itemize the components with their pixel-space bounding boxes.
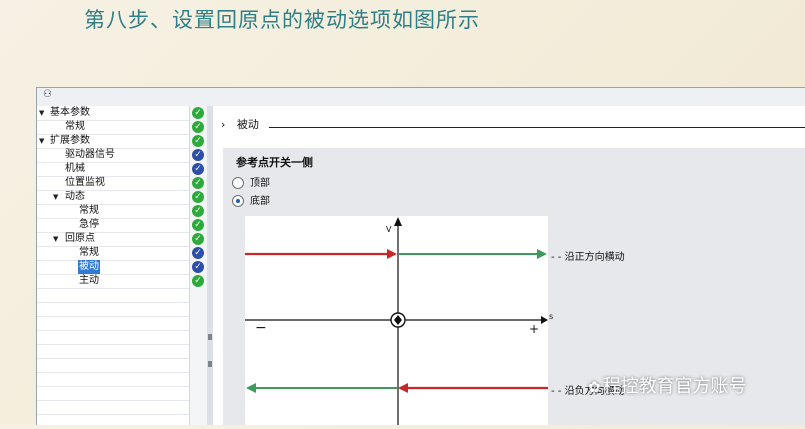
tree-item-dynamics-general[interactable]: 常规 [37, 204, 205, 219]
check-info-icon: ✓ [192, 163, 204, 175]
check-ok-icon: ✓ [192, 205, 204, 217]
x-axis-label: s [549, 312, 554, 321]
tree-item-position-monitoring[interactable]: 位置监视 [37, 176, 205, 191]
tree-item-active[interactable]: 主动 [37, 274, 205, 289]
tree-item-emergency-stop[interactable]: 急停 [37, 218, 205, 233]
toolbar: ⚇ [37, 88, 805, 106]
minus-sign: − [255, 320, 267, 336]
tree-view-icon[interactable]: ⚇ [43, 89, 52, 100]
wechat-icon: ✿ [588, 378, 601, 396]
check-ok-icon: ✓ [192, 219, 204, 231]
tree-item-general[interactable]: 常规 [37, 120, 205, 135]
radio-top[interactable] [232, 177, 244, 189]
expand-arrow-icon[interactable]: ▼ [53, 232, 58, 246]
option-bottom[interactable]: 底部 [232, 192, 270, 207]
panel-title: 参考点开关一侧 [236, 156, 313, 169]
section-title: 被动 [236, 118, 259, 131]
status-column: ✓ ✓ ✓ ✓ ✓ ✓ ✓ ✓ ✓ ✓ ✓ ✓ ✓ [189, 106, 209, 425]
check-ok-icon: ✓ [192, 135, 204, 147]
check-ok-icon: ✓ [192, 233, 204, 245]
plus-sign: + [529, 322, 539, 336]
section-header: › 被动 [221, 116, 259, 132]
tree-item-extended-params[interactable]: ▼ 扩展参数 [37, 134, 205, 149]
tree-item-dynamics[interactable]: ▼ 动态 [37, 190, 205, 205]
homing-diagram-svg: V − + [245, 217, 548, 425]
y-axis-label: V [386, 225, 392, 234]
x-axis-arrow-icon [541, 316, 548, 324]
tree-item-homing-general[interactable]: 常规 [37, 246, 205, 261]
radio-bottom[interactable] [232, 195, 244, 207]
collapse-left-icon[interactable] [208, 334, 212, 340]
check-ok-icon: ✓ [192, 275, 204, 287]
check-ok-icon: ✓ [192, 107, 204, 119]
tree-item-mechanics[interactable]: 机械 [37, 162, 205, 177]
slide-title: 第八步、设置回原点的被动选项如图所示 [84, 8, 480, 32]
collapse-right-icon[interactable] [208, 361, 212, 367]
y-axis-arrow-icon [394, 217, 402, 226]
tree-item-homing[interactable]: ▼ 回原点 [37, 232, 205, 247]
expand-arrow-icon[interactable]: ▼ [53, 190, 58, 204]
navigation-tree: ▼ 基本参数 常规 ▼ 扩展参数 驱动器信号 机械 位置监视 ▼ 动态 常规 急… [37, 106, 205, 425]
expand-arrow-icon[interactable]: ▼ [39, 134, 44, 148]
splitter[interactable] [207, 106, 213, 425]
option-top[interactable]: 顶部 [232, 174, 270, 189]
check-info-icon: ✓ [192, 261, 204, 273]
check-ok-icon: ✓ [192, 177, 204, 189]
expand-arrow-icon[interactable]: ▼ [39, 106, 44, 120]
check-ok-icon: ✓ [192, 191, 204, 203]
check-info-icon: ✓ [192, 149, 204, 161]
section-divider [269, 127, 805, 128]
tree-item-passive[interactable]: 被动 [37, 260, 205, 275]
check-ok-icon: ✓ [192, 121, 204, 133]
callout-positive: - - 沿正方向横动 [551, 252, 625, 263]
tree-item-drive-signals[interactable]: 驱动器信号 [37, 148, 205, 163]
tree-item-basic-params[interactable]: ▼ 基本参数 [37, 106, 205, 121]
section-arrow-icon: › [221, 118, 226, 131]
check-info-icon: ✓ [192, 247, 204, 259]
homing-diagram: V − + [245, 216, 548, 425]
watermark: ✿ 程控教育官方账号 [588, 376, 747, 397]
